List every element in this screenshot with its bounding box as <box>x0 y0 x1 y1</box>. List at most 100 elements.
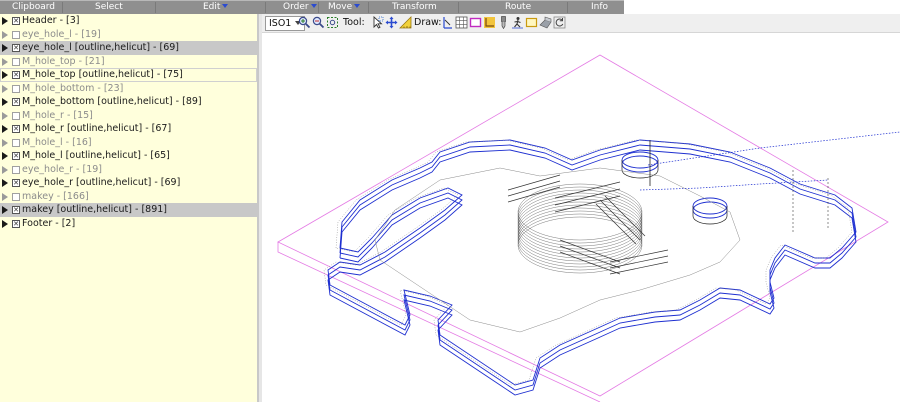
tree-row[interactable]: ✕ eye_hole_l [outline,helicut] - [69] <box>0 41 257 55</box>
tree-row[interactable]: ✕ Header - [3] <box>0 14 257 28</box>
center-ring-10 <box>517 213 643 271</box>
layer-checkbox[interactable]: ✕ <box>12 179 20 187</box>
layer-checkbox[interactable]: ✕ <box>12 219 20 228</box>
layer-checkbox[interactable] <box>12 84 20 93</box>
menu-route-label: Route <box>505 2 532 12</box>
expand-arrow-icon[interactable] <box>2 111 8 120</box>
layer-checkbox[interactable]: ✕ <box>12 44 20 52</box>
tree-row[interactable]: ✕ makey [outline,helicut] - [891] <box>0 203 257 217</box>
menu-edit[interactable]: Edit <box>203 0 229 14</box>
eye-hole-left-top <box>621 151 659 169</box>
tree-row[interactable]: ✕ M_hole_l [outline,helicut] - [65] <box>0 149 257 163</box>
tree-row[interactable]: eye_hole_r - [19] <box>0 163 257 177</box>
layer-checkbox[interactable] <box>12 30 20 39</box>
expand-arrow-icon[interactable] <box>2 98 8 106</box>
layer-checkbox[interactable] <box>12 111 20 120</box>
tree-row[interactable]: M_hole_top - [21] <box>0 55 257 69</box>
tree-row[interactable]: ✕ Footer - [2] <box>0 217 257 231</box>
layer-checkbox[interactable] <box>12 57 20 66</box>
menu-transform[interactable]: Transform <box>392 0 437 14</box>
menu-select[interactable]: Select <box>95 0 123 14</box>
path-runner-icon[interactable] <box>511 16 524 29</box>
tree-row-label: makey - [166] <box>22 190 89 202</box>
center-ring-7 <box>517 204 643 262</box>
tree-row[interactable]: M_hole_bottom - [23] <box>0 82 257 96</box>
tree-row-label: eye_hole_l [outline,helicut] - [69] <box>22 42 180 53</box>
tree-row[interactable]: M_hole_r - [15] <box>0 109 257 123</box>
hub-stroke-3 <box>554 181 621 199</box>
layer-checkbox[interactable]: ✕ <box>12 152 20 160</box>
center-ring-2 <box>517 189 643 247</box>
chevron-down-icon <box>222 4 229 8</box>
tree-row-label: M_hole_l [outline,helicut] - [65] <box>22 150 170 161</box>
layer-checkbox[interactable]: ✕ <box>12 71 20 79</box>
grid-icon[interactable] <box>455 16 468 29</box>
tree-row[interactable]: eye_hole_l - [19] <box>0 28 257 42</box>
tree-row[interactable]: M_hole_l - [16] <box>0 136 257 150</box>
chevron-down-icon <box>310 4 317 8</box>
tree-row[interactable]: makey - [166] <box>0 190 257 204</box>
center-ring-1 <box>517 186 643 244</box>
hub-stroke-9 <box>559 239 621 263</box>
eye-hole-right-wall <box>692 206 728 225</box>
expand-arrow-icon[interactable] <box>2 44 8 52</box>
viewport-canvas[interactable] <box>262 33 900 402</box>
menu-clipboard[interactable]: Clipboard <box>12 0 55 14</box>
box-icon[interactable] <box>525 16 538 29</box>
expand-arrow-icon[interactable] <box>2 165 8 174</box>
zoom-out-icon[interactable] <box>312 16 325 29</box>
tree-row[interactable]: ✕ M_hole_r [outline,helicut] - [67] <box>0 122 257 136</box>
expand-arrow-icon[interactable] <box>2 192 8 201</box>
zoom-fit-icon[interactable] <box>326 16 339 29</box>
expand-arrow-icon[interactable] <box>2 17 8 25</box>
layer-checkbox[interactable] <box>12 192 20 201</box>
draw-label: Draw: <box>414 17 442 28</box>
axis-icon[interactable] <box>483 16 496 29</box>
layer-checkbox[interactable] <box>12 165 20 174</box>
tree-row-label: makey [outline,helicut] - [891] <box>22 204 167 215</box>
rectangle-icon[interactable] <box>469 16 482 29</box>
layer-checkbox[interactable]: ✕ <box>12 125 20 133</box>
expand-arrow-icon[interactable] <box>2 125 8 133</box>
menu-route[interactable]: Route <box>505 0 531 14</box>
tree-row-label: M_hole_r [outline,helicut] - [67] <box>22 123 172 134</box>
eye-hole-right-mid <box>692 201 728 219</box>
menu-info[interactable]: Info <box>591 0 608 14</box>
tree-row[interactable]: ✕ M_hole_top [outline,helicut] - [75] <box>0 68 257 82</box>
menu-separator <box>265 2 266 13</box>
tree-row[interactable]: ✕ eye_hole_r [outline,helicut] - [69] <box>0 176 257 190</box>
layer-checkbox[interactable] <box>12 138 20 147</box>
zoom-in-icon[interactable] <box>298 16 311 29</box>
expand-arrow-icon[interactable] <box>2 219 8 228</box>
tree-row-label: M_hole_top - [21] <box>22 55 105 67</box>
expand-arrow-icon[interactable] <box>2 57 8 66</box>
tool-label: Tool: <box>343 17 365 28</box>
tree-row[interactable]: ✕ M_hole_bottom [outline,helicut] - [89] <box>0 95 257 109</box>
reset-icon[interactable] <box>553 16 566 29</box>
tree-row-label: Footer - [2] <box>22 217 76 229</box>
shade-icon[interactable] <box>539 16 552 29</box>
select-arrow-icon[interactable] <box>371 16 384 29</box>
menu-separator <box>155 2 156 13</box>
expand-arrow-icon[interactable] <box>2 71 8 79</box>
expand-arrow-icon[interactable] <box>2 179 8 187</box>
expand-arrow-icon[interactable] <box>2 206 8 214</box>
pointer-icon[interactable] <box>441 16 454 29</box>
layer-checkbox[interactable]: ✕ <box>12 17 20 25</box>
expand-arrow-icon[interactable] <box>2 84 8 93</box>
menu-order[interactable]: Order <box>283 0 317 14</box>
expand-arrow-icon[interactable] <box>2 152 8 160</box>
tool-bit-icon[interactable] <box>497 16 510 29</box>
hub-stroke-7 <box>604 195 646 237</box>
pan-move-icon[interactable] <box>385 16 398 29</box>
expand-arrow-icon[interactable] <box>2 30 8 39</box>
measure-icon[interactable] <box>399 16 412 29</box>
chevron-down-icon <box>354 4 361 8</box>
menu-separator <box>62 2 63 13</box>
menu-move[interactable]: Move <box>328 0 361 14</box>
layer-checkbox[interactable]: ✕ <box>12 98 20 106</box>
layer-checkbox[interactable]: ✕ <box>12 206 20 214</box>
expand-arrow-icon[interactable] <box>2 138 8 147</box>
toolpath-3d-view <box>277 54 900 402</box>
stock-boundary-side <box>277 242 601 402</box>
